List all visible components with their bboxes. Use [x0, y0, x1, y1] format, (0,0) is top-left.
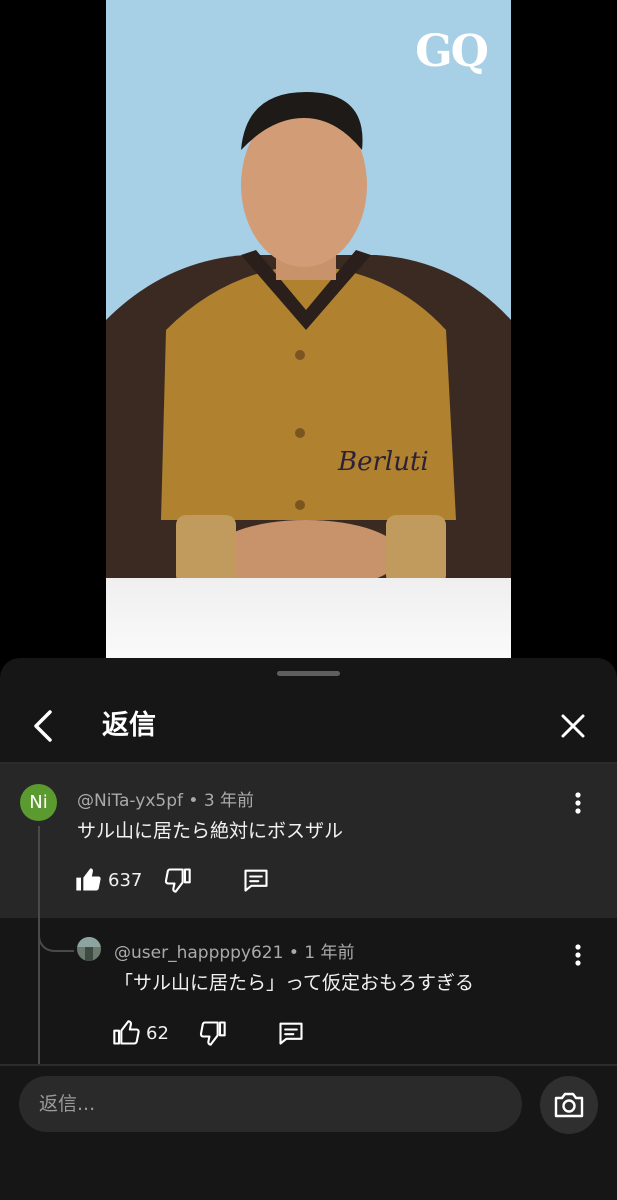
composer-divider: [0, 1064, 617, 1066]
avatar[interactable]: Ni: [20, 784, 57, 821]
video-player[interactable]: GQ Berluti: [106, 0, 511, 658]
reply-more-options-icon[interactable]: [574, 943, 582, 967]
like-icon[interactable]: [112, 1019, 140, 1047]
close-icon[interactable]: [555, 708, 591, 744]
meta-separator: •: [288, 943, 305, 963]
reply-avatar[interactable]: [77, 937, 101, 961]
sheet-drag-handle[interactable]: [277, 671, 340, 676]
thread-connector: [38, 920, 74, 952]
comment-text: サル山に居たら絶対にボスザル: [77, 820, 344, 842]
comment-author[interactable]: @NiTa-yx5pf: [77, 791, 183, 811]
thread-line: [38, 826, 40, 1066]
like-filled-icon[interactable]: [74, 866, 102, 894]
reply-actions: 62: [112, 1015, 305, 1051]
meta-separator: •: [188, 791, 204, 811]
jacket-logo: Berluti: [337, 447, 429, 477]
avatar-image-icon: [77, 937, 101, 961]
camera-button[interactable]: [540, 1076, 598, 1134]
more-options-icon[interactable]: [574, 791, 582, 815]
like-count: 637: [108, 869, 143, 891]
comment-actions: 637: [74, 862, 270, 898]
back-arrow-icon[interactable]: [28, 706, 60, 746]
person-illustration: Berluti: [106, 92, 511, 600]
parent-comment: Ni @NiTa-yx5pf • 3 年前 サル山に居たら絶対にボスザル 637: [0, 764, 617, 918]
reply-like-count: 62: [146, 1022, 169, 1044]
comment-meta: @NiTa-yx5pf • 3 年前: [77, 786, 254, 811]
sheet-header: 返信: [0, 690, 617, 762]
dislike-icon[interactable]: [164, 866, 192, 894]
reply-time: 1 年前: [304, 943, 355, 963]
reply-dislike-icon[interactable]: [199, 1019, 227, 1047]
reply-meta: @user_happppy621 • 1 年前: [114, 938, 355, 963]
reply-input[interactable]: [19, 1076, 522, 1132]
video-table: [106, 578, 511, 658]
reply-icon[interactable]: [242, 866, 270, 894]
reply-text: 「サル山に居たら」って仮定おもろすぎる: [114, 972, 475, 994]
camera-icon: [554, 1092, 584, 1118]
sheet-title: 返信: [102, 710, 156, 741]
reply-author[interactable]: @user_happppy621: [114, 943, 283, 963]
reply-reply-icon[interactable]: [277, 1019, 305, 1047]
comment-time: 3 年前: [203, 791, 255, 811]
